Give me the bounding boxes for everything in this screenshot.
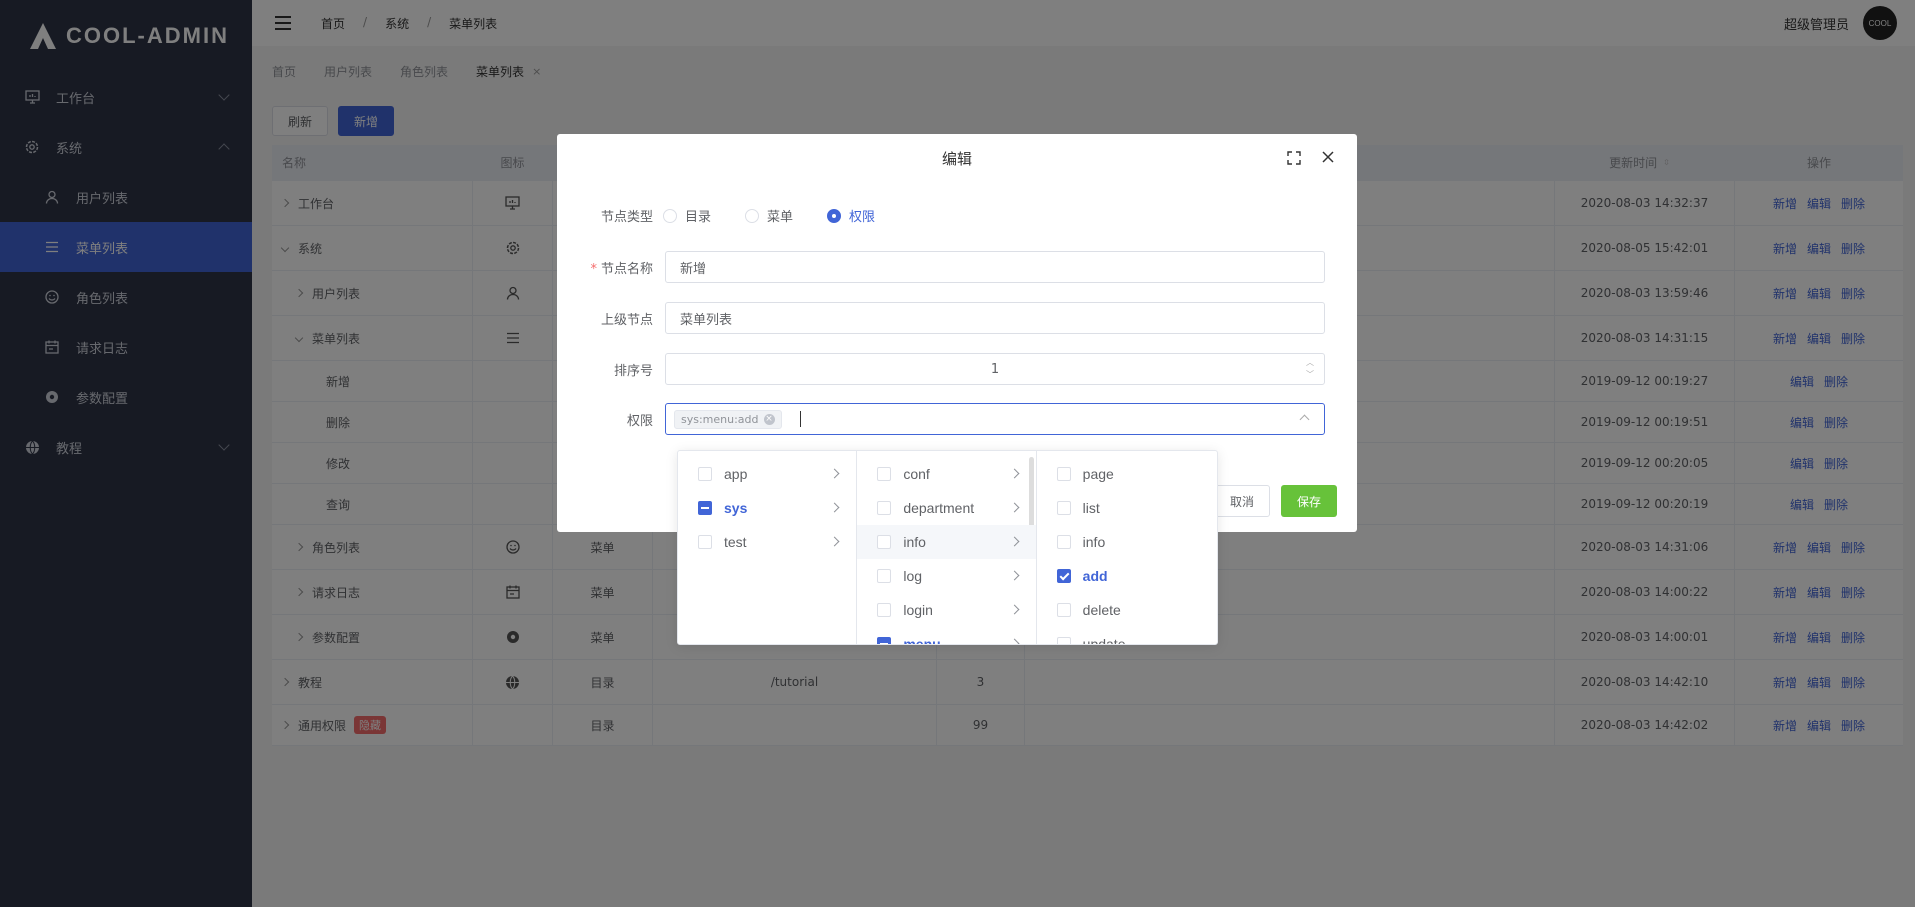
radio-dot xyxy=(663,208,677,223)
chevron-right-icon xyxy=(1009,570,1020,581)
number-stepper[interactable]: ︿ ﹀ xyxy=(1306,357,1314,381)
checkbox[interactable] xyxy=(877,569,892,583)
chevron-up-icon[interactable]: ︿ xyxy=(1306,357,1314,369)
cascader-option[interactable]: info xyxy=(1037,525,1217,559)
checkbox[interactable] xyxy=(1056,501,1071,515)
cancel-button[interactable]: 取消 xyxy=(1214,485,1270,517)
chevron-right-icon xyxy=(1009,536,1020,547)
checkbox[interactable] xyxy=(698,467,712,481)
cascader-option[interactable]: list xyxy=(1037,491,1217,525)
node-name-row: * 节点名称 新增 xyxy=(557,251,1357,283)
order-label: 排序号 xyxy=(613,363,653,379)
option-label: conf xyxy=(903,466,930,482)
checkbox[interactable] xyxy=(877,637,892,644)
cascader-option[interactable]: sys xyxy=(678,491,856,525)
permission-row: 权限 sys:menu:add × xyxy=(557,403,1357,435)
option-label: update xyxy=(1082,636,1126,644)
cascader-option[interactable]: log xyxy=(857,559,1035,593)
cascader-option[interactable]: menu xyxy=(857,627,1035,644)
parent-node-row: 上级节点 菜单列表 xyxy=(557,302,1357,334)
checkbox[interactable] xyxy=(1056,637,1071,644)
option-label: list xyxy=(1082,500,1100,516)
cascader-option[interactable]: test xyxy=(678,525,856,559)
chevron-right-icon xyxy=(829,502,840,513)
chevron-right-icon xyxy=(829,536,840,547)
chevron-right-icon xyxy=(1009,638,1020,644)
chevron-right-icon xyxy=(1009,604,1020,615)
radio-directory[interactable]: 目录 xyxy=(663,206,711,225)
radio-permission[interactable]: 权限 xyxy=(827,206,875,225)
order-input[interactable]: 1 ︿ ﹀ xyxy=(665,353,1325,385)
radio-dot xyxy=(827,208,842,223)
cascader-menu-2: conf department info log login menu xyxy=(857,451,1037,644)
checkbox[interactable] xyxy=(1056,467,1071,481)
order-value: 1 xyxy=(990,361,1000,377)
checkbox[interactable] xyxy=(1056,535,1071,549)
checkbox[interactable] xyxy=(698,535,712,549)
cascader-option[interactable]: login xyxy=(857,593,1035,627)
cascader-option[interactable]: add xyxy=(1037,559,1217,593)
option-label: test xyxy=(724,534,747,550)
option-label: menu xyxy=(903,636,941,644)
fullscreen-icon[interactable] xyxy=(1287,151,1301,165)
radio-label: 目录 xyxy=(685,210,712,225)
dialog-title: 编辑 xyxy=(941,150,972,168)
checkbox[interactable] xyxy=(877,501,892,515)
chevron-right-icon xyxy=(1009,502,1020,513)
option-label: sys xyxy=(724,500,748,516)
option-label: add xyxy=(1082,568,1108,584)
parent-node-label: 上级节点 xyxy=(600,312,653,328)
required-mark: * xyxy=(590,261,597,277)
text-cursor xyxy=(799,411,801,427)
option-label: log xyxy=(903,568,923,584)
radio-label: 菜单 xyxy=(767,210,794,225)
cascader-menu-3: page list info add delete update xyxy=(1037,451,1217,644)
option-label: login xyxy=(903,602,933,618)
chevron-right-icon xyxy=(829,468,840,479)
option-label: info xyxy=(1082,534,1106,550)
cascader-option[interactable]: page xyxy=(1037,457,1217,491)
node-name-label: * 节点名称 xyxy=(557,258,665,277)
cascader-menu-1: app sys test xyxy=(678,451,858,644)
option-label: page xyxy=(1082,466,1114,482)
permission-select[interactable]: sys:menu:add × xyxy=(665,403,1325,435)
chevron-right-icon xyxy=(1009,468,1020,479)
close-icon[interactable] xyxy=(1321,150,1335,164)
cascader-option[interactable]: app xyxy=(678,457,856,491)
radio-dot xyxy=(745,208,760,223)
checkbox[interactable] xyxy=(877,467,892,481)
checkbox[interactable] xyxy=(877,603,892,617)
node-name-input[interactable]: 新增 xyxy=(665,251,1325,283)
option-label: app xyxy=(724,466,748,482)
chevron-down-icon[interactable]: ﹀ xyxy=(1306,369,1314,381)
order-row: 排序号 1 ︿ ﹀ xyxy=(557,353,1357,385)
checkbox[interactable] xyxy=(1056,569,1071,583)
node-type-row: 节点类型 目录 菜单 权限 xyxy=(557,206,1357,225)
parent-node-input[interactable]: 菜单列表 xyxy=(665,302,1325,334)
save-button[interactable]: 保存 xyxy=(1281,485,1337,517)
option-label: department xyxy=(903,500,975,516)
tag-text: sys:menu:add xyxy=(681,412,759,426)
node-name-label-text: 节点名称 xyxy=(600,261,653,277)
permission-cascader: app sys test conf department info log login men… xyxy=(677,450,1218,645)
radio-label: 权限 xyxy=(849,210,876,225)
cascader-option[interactable]: department xyxy=(857,491,1035,525)
chevron-up-icon[interactable] xyxy=(1299,414,1310,425)
cascader-option[interactable]: info xyxy=(857,525,1036,559)
radio-menu[interactable]: 菜单 xyxy=(745,206,793,225)
option-label: info xyxy=(903,534,926,550)
permission-tag: sys:menu:add × xyxy=(674,409,782,429)
cascader-option[interactable]: update xyxy=(1037,627,1217,644)
node-type-label: 节点类型 xyxy=(600,210,653,225)
checkbox[interactable] xyxy=(698,501,712,515)
permission-label: 权限 xyxy=(626,413,653,429)
tag-close-icon[interactable]: × xyxy=(763,413,775,425)
option-label: delete xyxy=(1082,602,1121,618)
checkbox[interactable] xyxy=(877,535,892,549)
cascader-option[interactable]: delete xyxy=(1037,593,1217,627)
checkbox[interactable] xyxy=(1056,603,1071,617)
cascader-option[interactable]: conf xyxy=(857,457,1035,491)
